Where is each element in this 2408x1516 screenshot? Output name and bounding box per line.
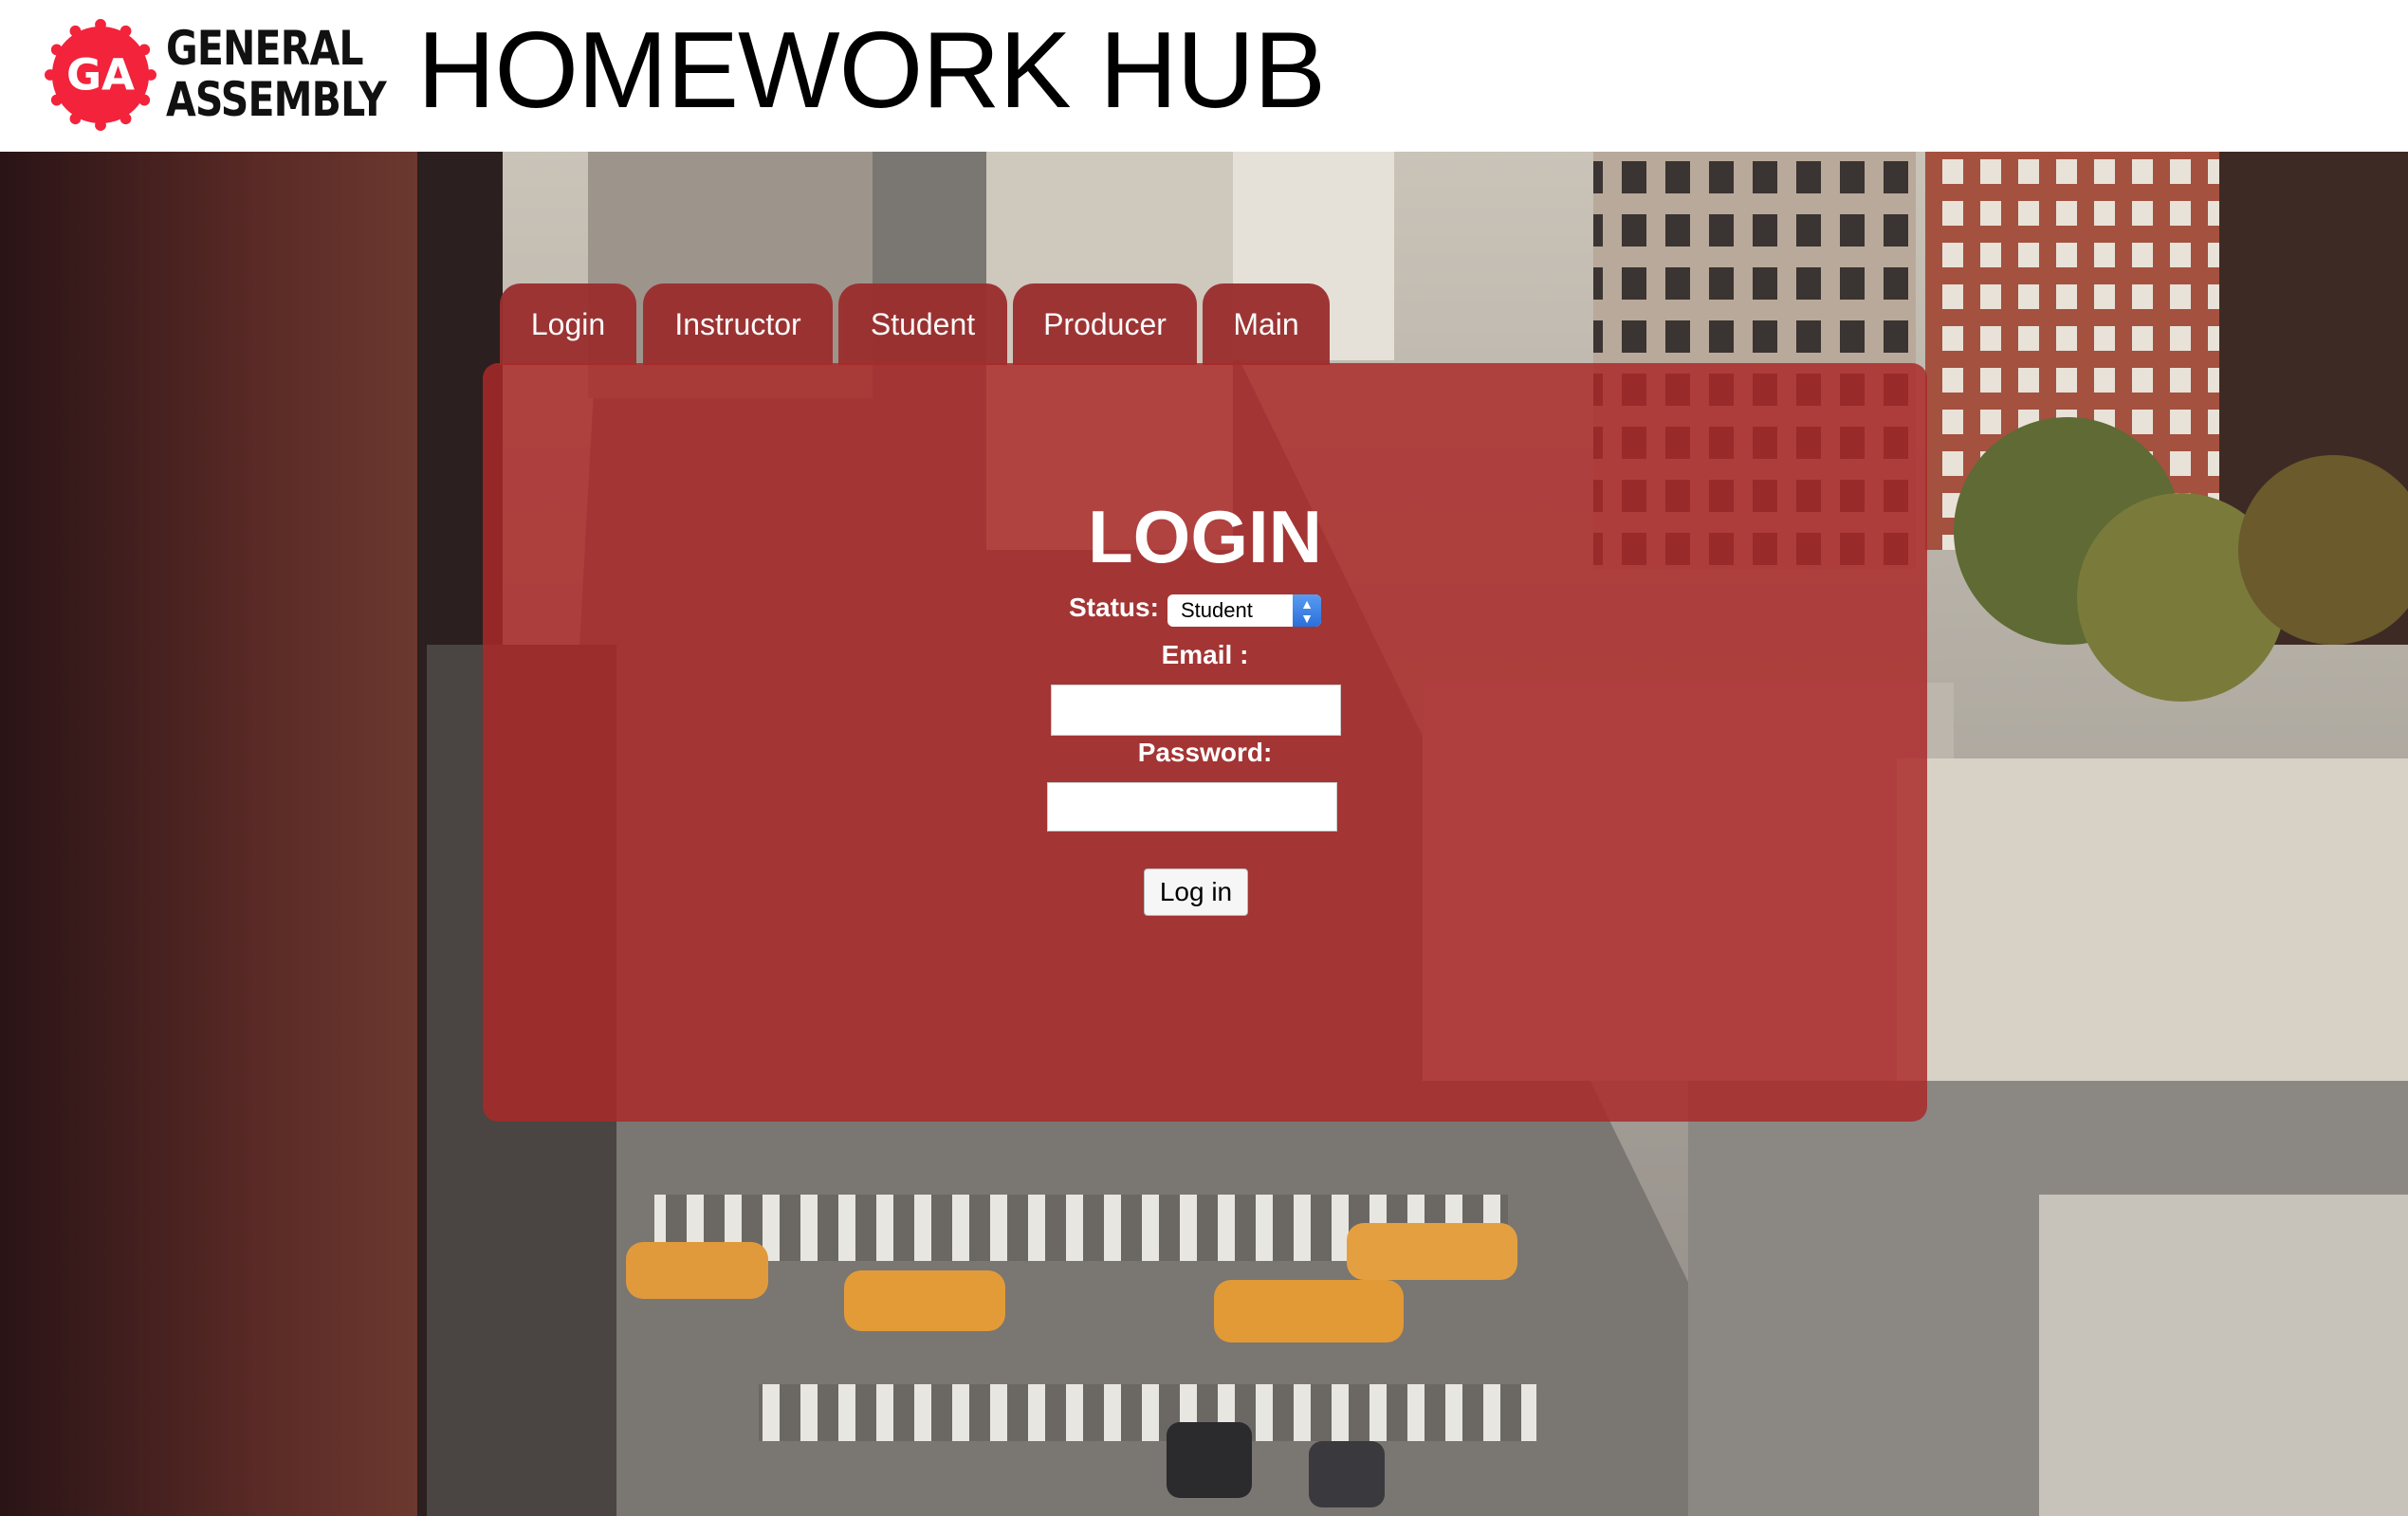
tab-main[interactable]: Main <box>1203 283 1330 365</box>
tab-instructor[interactable]: Instructor <box>643 283 833 365</box>
general-assembly-wordmark: GENERAL ASSEMBLY <box>166 21 387 131</box>
login-panel: LOGIN Status: Student ▲ ▼ Email : Passwor… <box>483 363 1927 1122</box>
svg-text:GA: GA <box>66 50 135 100</box>
email-label: Email : <box>1161 640 1249 669</box>
password-field[interactable] <box>1047 782 1337 831</box>
log-in-button[interactable]: Log in <box>1144 868 1248 916</box>
status-select-value: Student <box>1181 598 1253 622</box>
site-header: GA GENERAL ASSEMBLY HOMEWORK HUB <box>0 0 2408 152</box>
wordmark-line-1: GENERAL <box>166 21 363 76</box>
tab-login[interactable]: Login <box>500 283 636 365</box>
select-arrows-icon: ▲ ▼ <box>1293 594 1321 627</box>
wordmark-line-2: ASSEMBLY <box>166 72 387 127</box>
status-label: Status: <box>1069 593 1159 622</box>
site-title: HOMEWORK HUB <box>417 10 1326 131</box>
login-heading: LOGIN <box>1088 495 1322 578</box>
general-assembly-logo-icon[interactable]: GA <box>45 19 156 131</box>
tab-student[interactable]: Student <box>838 283 1007 365</box>
status-select[interactable]: Student ▲ ▼ <box>1167 594 1321 627</box>
email-field[interactable] <box>1051 685 1341 736</box>
tab-producer[interactable]: Producer <box>1013 283 1197 365</box>
password-label: Password: <box>1137 738 1273 767</box>
